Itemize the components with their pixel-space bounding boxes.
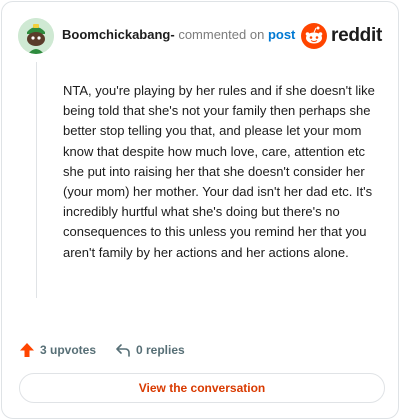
comment-actions: 3 upvotes 0 replies: [19, 340, 382, 360]
reddit-snoo-icon: [301, 23, 328, 49]
reddit-brand[interactable]: reddit: [301, 22, 382, 50]
thread-line: [36, 62, 37, 298]
replies-button[interactable]: 0 replies: [115, 340, 185, 360]
view-conversation-button[interactable]: View the conversation: [19, 373, 385, 403]
comment-body: NTA, you're playing by her rules and if …: [63, 83, 375, 260]
upvote-count: 3 upvotes: [40, 343, 97, 357]
post-link[interactable]: post: [268, 27, 295, 42]
brand-wordmark: reddit: [331, 25, 382, 46]
reply-arrow-icon: [116, 344, 130, 357]
comment-action-text: commented on: [178, 27, 265, 42]
user-avatar[interactable]: [18, 18, 54, 54]
username[interactable]: Boomchickabang-: [62, 27, 175, 42]
embedded-comment-card: Boomchickabang- commented on post reddit…: [1, 1, 399, 419]
upvote-arrow-icon: [20, 343, 34, 357]
snoo-avatar-icon: [18, 18, 54, 54]
comment-author-line: Boomchickabang- commented on post: [62, 27, 295, 42]
upvote-button[interactable]: 3 upvotes: [19, 340, 96, 360]
comment-header: Boomchickabang- commented on post reddit: [18, 18, 382, 54]
reply-count: 0 replies: [136, 343, 185, 357]
